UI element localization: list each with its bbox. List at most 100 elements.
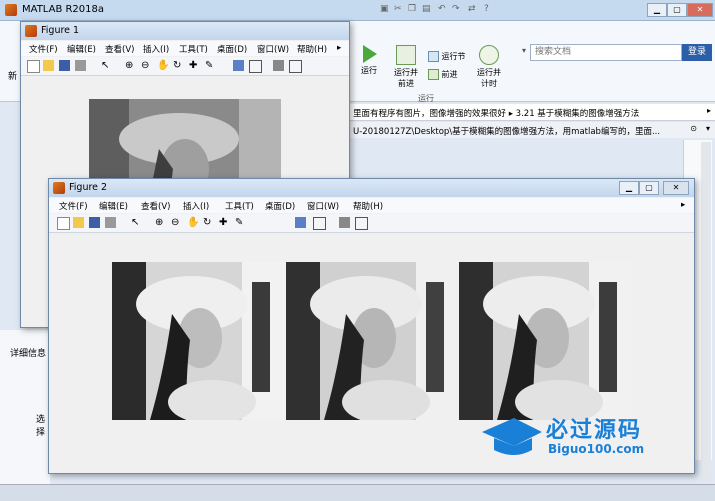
matlab-figure-icon: [53, 182, 65, 194]
figure-1-title-bar: Figure 1: [21, 22, 349, 40]
save-icon[interactable]: [59, 60, 70, 71]
quick-access-toolbar: ▣ ✂ ❐ ▤ ↶ ↷ ⇄ ?: [380, 4, 520, 16]
watermark-url: Biguo100.com: [548, 442, 645, 456]
graduation-cap-icon: [482, 418, 542, 455]
save-icon[interactable]: [89, 217, 100, 228]
matlab-title-bar: MATLAB R2018a ▣ ✂ ❐ ▤ ↶ ↷ ⇄ ? ▁ ▢ ✕: [0, 0, 715, 21]
pan-icon[interactable]: ✋: [187, 217, 199, 228]
maximize-button[interactable]: ▢: [639, 181, 659, 195]
brush-icon[interactable]: ✎: [205, 60, 216, 71]
menu-edit[interactable]: 编辑(E): [99, 200, 128, 212]
menu-desktop[interactable]: 桌面(D): [217, 43, 247, 55]
menu-edit[interactable]: 编辑(E): [67, 43, 96, 55]
menu-insert[interactable]: 插入(I): [143, 43, 169, 55]
rotate-icon[interactable]: ↻: [173, 60, 184, 71]
print-icon[interactable]: [75, 60, 86, 71]
rotate-icon[interactable]: ↻: [203, 217, 214, 228]
run-section-label: 运行节: [441, 52, 466, 61]
brush-icon[interactable]: ✎: [235, 217, 246, 228]
colorbar-icon[interactable]: [295, 217, 306, 228]
figure-2-toolbar: ↖ ⊕ ⊖ ✋ ↻ ✚ ✎: [49, 214, 694, 233]
run-section-button[interactable]: 运行节: [428, 51, 468, 62]
zoom-in-icon[interactable]: ⊕: [155, 217, 166, 228]
details-panel: 详细信息 选择: [0, 330, 50, 500]
address-bar[interactable]: U-20180127Z\Desktop\基于模糊集的图像增强方法，用matlab…: [345, 122, 715, 138]
zoom-in-icon[interactable]: ⊕: [125, 60, 136, 71]
redo-icon[interactable]: ↷: [452, 4, 460, 14]
copy-icon[interactable]: ❐: [408, 4, 416, 14]
data-cursor-icon[interactable]: ✚: [189, 60, 200, 71]
legend-icon[interactable]: [249, 60, 262, 73]
figure-1-title: Figure 1: [41, 25, 80, 36]
left-toolstrip-label: 新: [8, 72, 18, 82]
hide-plot-tools-icon[interactable]: [339, 217, 350, 228]
advance-icon: [428, 69, 439, 80]
menu-file[interactable]: 文件(F): [29, 43, 58, 55]
menu-desktop[interactable]: 桌面(D): [265, 200, 295, 212]
advance-button[interactable]: 前进: [428, 69, 468, 80]
minimize-button[interactable]: ▁: [647, 3, 667, 17]
switch-windows-icon[interactable]: ⇄: [468, 4, 476, 14]
run-and-time-label: 运行并 计时: [477, 68, 501, 88]
matlab-figure-icon: [25, 25, 37, 37]
search-box[interactable]: [530, 44, 682, 61]
matlab-title: MATLAB R2018a: [22, 4, 105, 15]
settings-icon[interactable]: ⊙: [690, 124, 697, 133]
undo-icon[interactable]: ↶: [438, 4, 446, 14]
pointer-icon[interactable]: ↖: [131, 217, 142, 228]
zoom-out-icon[interactable]: ⊖: [171, 217, 182, 228]
cut-icon[interactable]: ✂: [394, 4, 402, 14]
dropdown-icon[interactable]: ▾: [522, 46, 526, 55]
zoom-out-icon[interactable]: ⊖: [141, 60, 152, 71]
print-icon[interactable]: [105, 217, 116, 228]
legend-icon[interactable]: [313, 217, 326, 230]
minimize-button[interactable]: ▁: [619, 181, 639, 195]
pointer-icon[interactable]: ↖: [101, 60, 112, 71]
menu-help[interactable]: 帮助(H): [297, 43, 327, 55]
figure-2-title: Figure 2: [69, 182, 108, 193]
menu-file[interactable]: 文件(F): [59, 200, 88, 212]
paste-icon[interactable]: ▤: [422, 4, 431, 14]
close-button[interactable]: ✕: [663, 181, 689, 195]
chevron-right-icon[interactable]: ▸: [707, 106, 711, 115]
data-cursor-icon[interactable]: ✚: [219, 217, 230, 228]
menu-view[interactable]: 查看(V): [105, 43, 134, 55]
help-icon[interactable]: ?: [484, 4, 489, 14]
figure-2-title-bar: Figure 2 ▁ ▢ ✕: [49, 179, 694, 197]
colorbar-icon[interactable]: [233, 60, 244, 71]
run-advance-button[interactable]: 运行并 前进: [388, 45, 424, 89]
menu-dock-icon[interactable]: ▸: [681, 200, 685, 210]
menu-view[interactable]: 查看(V): [141, 200, 170, 212]
menu-window[interactable]: 窗口(W): [307, 200, 339, 212]
run-and-time-button[interactable]: 运行并 计时: [472, 45, 506, 89]
search-input[interactable]: [531, 45, 679, 58]
enhanced-image-2: [286, 262, 459, 420]
menu-tools[interactable]: 工具(T): [179, 43, 208, 55]
open-icon[interactable]: [73, 217, 84, 228]
chevron-down-icon[interactable]: ▾: [706, 124, 710, 133]
figure-1-menubar: 文件(F) 编辑(E) 查看(V) 插入(I) 工具(T) 桌面(D) 窗口(W…: [21, 41, 349, 56]
menu-window[interactable]: 窗口(W): [257, 43, 289, 55]
save-icon[interactable]: ▣: [380, 4, 389, 14]
open-icon[interactable]: [43, 60, 54, 71]
show-plot-tools-icon[interactable]: [355, 217, 368, 230]
vertical-scrollbar[interactable]: [701, 142, 711, 482]
show-plot-tools-icon[interactable]: [289, 60, 302, 73]
new-figure-icon[interactable]: [27, 60, 40, 73]
run-button[interactable]: 运行: [355, 45, 383, 76]
menu-tools[interactable]: 工具(T): [225, 200, 254, 212]
figure-1-toolbar: ↖ ⊕ ⊖ ✋ ↻ ✚ ✎: [21, 57, 349, 76]
login-button[interactable]: 登录: [682, 44, 712, 61]
menu-help[interactable]: 帮助(H): [353, 200, 383, 212]
close-button[interactable]: ✕: [687, 3, 713, 17]
new-figure-icon[interactable]: [57, 217, 70, 230]
menu-insert[interactable]: 插入(I): [183, 200, 209, 212]
details-label: 详细信息: [10, 349, 47, 359]
maximize-button[interactable]: ▢: [667, 3, 687, 17]
pan-icon[interactable]: ✋: [157, 60, 169, 71]
hide-plot-tools-icon[interactable]: [273, 60, 284, 71]
enhanced-image-1: [112, 262, 286, 420]
menu-overflow-icon[interactable]: ▸: [337, 43, 341, 53]
current-folder-bar[interactable]: 里面有程序有图片，图像增强的效果很好 ▸ 3.21 基于模糊集的图像增强方法 ▸: [345, 104, 715, 121]
run-section-title: 运行: [418, 94, 434, 103]
